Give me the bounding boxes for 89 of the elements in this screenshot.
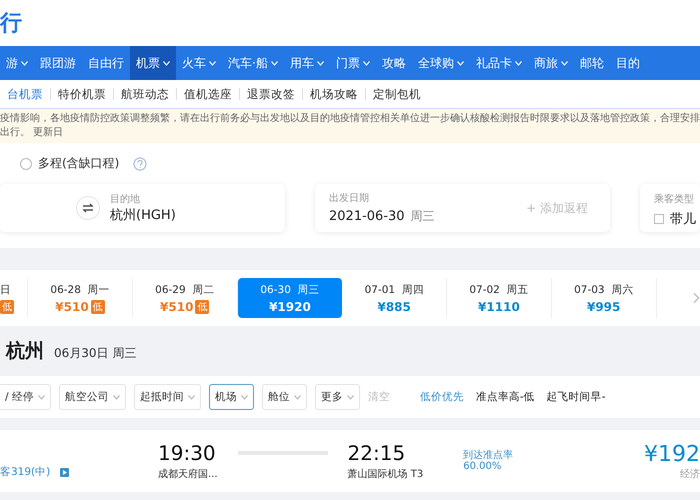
date-tab[interactable]: 日 低 (0, 278, 28, 318)
field-label: 出发日期 (329, 192, 370, 205)
field-value: 杭州(HGH) (110, 207, 177, 224)
radio-label: 多程(含缺口程) (38, 155, 120, 172)
subnav-link[interactable]: 值机选座 (177, 88, 240, 100)
caret-icon (163, 60, 170, 66)
flight-price: ¥192 (644, 442, 700, 466)
filter-dropdown[interactable]: / 经停 (0, 384, 51, 410)
nav-tab[interactable]: 游 (0, 46, 34, 80)
price-text: ¥1110 (478, 300, 520, 314)
caret-icon (514, 60, 522, 66)
nav-tab[interactable]: 商旅 (528, 46, 574, 80)
price-text: ¥510 (160, 300, 194, 314)
chevron-right-icon[interactable] (692, 292, 700, 304)
caret-icon (21, 60, 28, 66)
caret-icon (346, 394, 354, 400)
nav-tab[interactable]: 攻略 (376, 46, 412, 80)
date-tab[interactable]: 06-28 周一 ¥510 低 (28, 278, 133, 318)
subnav-link[interactable]: 退票改签 (240, 88, 303, 100)
caret-icon (456, 60, 464, 66)
checkbox-label: 带儿 (670, 211, 696, 228)
price-text: ¥1920 (269, 300, 311, 314)
nav-tab[interactable]: 全球购 (412, 46, 470, 80)
filter-dropdown[interactable]: 更多 (314, 384, 360, 410)
caret-icon (560, 60, 568, 66)
caret-icon (188, 394, 195, 400)
notice-text: 疫情影响，各地疫情防控政策调整频繁，请在出行前务必与出发地以及目的地疫情管控相关单位进一步确认核酸检测报告时限要求以及落地管控政策，合理安排出行。 更新日 (0, 109, 700, 143)
nav-tab[interactable]: 汽车·船 (222, 46, 284, 80)
route-date: 06月30日 周三 (54, 345, 136, 362)
play-icon[interactable] (60, 468, 70, 476)
arrival-airport: 萧山国际机场 T3 (348, 468, 424, 481)
help-icon[interactable] (133, 156, 148, 170)
date-tab[interactable]: 07-02 周五 ¥1110 (447, 278, 552, 318)
subnav-link[interactable]: 机场攻略 (303, 88, 366, 100)
nav-tab[interactable]: 目的 (610, 46, 646, 80)
low-price-badge: 低 (90, 300, 105, 314)
nav-tab[interactable]: 门票 (330, 46, 376, 80)
caret-icon (112, 394, 120, 400)
cabin-class: 经济 (679, 468, 700, 480)
departure-airport: 成都天府国... (158, 468, 218, 481)
subnav-link[interactable]: 航班动态 (114, 88, 177, 100)
field-label: 乘客类型 (654, 192, 695, 206)
nav-tab[interactable]: 邮轮 (574, 46, 610, 80)
filter-dropdown[interactable]: 舱位 (262, 384, 307, 410)
filter-dropdown[interactable]: 航空公司 (58, 384, 126, 410)
nav-tab[interactable]: 机票 (130, 46, 176, 80)
checkbox[interactable] (654, 214, 664, 224)
sort-option[interactable]: 低价优先 (420, 390, 464, 404)
route-city: 杭州 (6, 339, 44, 364)
filter-dropdown[interactable]: 起抵时间 (134, 384, 201, 410)
ontime-value: 60.00% (463, 461, 502, 472)
caret-icon (38, 394, 45, 400)
price-text: ¥995 (586, 300, 620, 314)
nav-tab[interactable]: 自由行 (82, 46, 130, 80)
field-label: 目的地 (110, 192, 141, 206)
low-price-badge: 低 (0, 300, 14, 314)
filter-dropdown[interactable]: 机场 (208, 384, 254, 410)
subnav-link[interactable]: 台机票 (0, 88, 51, 100)
price-text: ¥885 (377, 300, 411, 314)
radio-button[interactable] (20, 158, 32, 170)
nav-tab[interactable]: 跟团游 (34, 46, 82, 80)
field-value: 2021-06-30 (329, 209, 405, 224)
caret-icon (270, 60, 278, 66)
subnav-link[interactable]: 定制包机 (366, 88, 428, 100)
caret-icon (362, 60, 370, 66)
caret-icon (294, 394, 301, 400)
low-price-badge: 低 (195, 300, 210, 314)
swap-icon[interactable] (76, 196, 100, 220)
price-text: ¥510 (55, 300, 89, 314)
caret-icon (240, 394, 248, 400)
date-card[interactable]: 出发日期 2021-06-30 周三 + 添加返程 (315, 184, 610, 232)
destination-card[interactable]: 目的地 杭州(HGH) (0, 184, 285, 232)
nav-tab[interactable]: 用车 (284, 46, 330, 80)
date-tab[interactable]: 06-29 周二 ¥510 低 (132, 278, 238, 318)
sort-option[interactable]: 准点率高-低 (476, 390, 535, 404)
aircraft-type[interactable]: 客319(中) (0, 465, 50, 479)
arrival-time: 22:15 (348, 441, 406, 465)
subnav-link[interactable]: 特价机票 (51, 88, 114, 100)
ontime-label: 到达准点率 (463, 450, 514, 461)
date-tab[interactable]: 07-01 周四 ¥885 (342, 278, 448, 318)
caret-icon (316, 60, 324, 66)
departure-time: 19:30 (158, 441, 217, 465)
nav-tab[interactable]: 火车 (176, 46, 222, 80)
weekday-text: 周三 (410, 209, 435, 223)
nav-tab[interactable]: 礼品卡 (470, 46, 528, 80)
caret-icon (209, 60, 216, 66)
date-tab[interactable]: 06-30 周三 ¥1920 (238, 278, 342, 318)
sort-option[interactable]: 起飞时间早- (546, 390, 606, 404)
date-tab[interactable]: 07-03 周六 ¥995 (552, 278, 657, 318)
